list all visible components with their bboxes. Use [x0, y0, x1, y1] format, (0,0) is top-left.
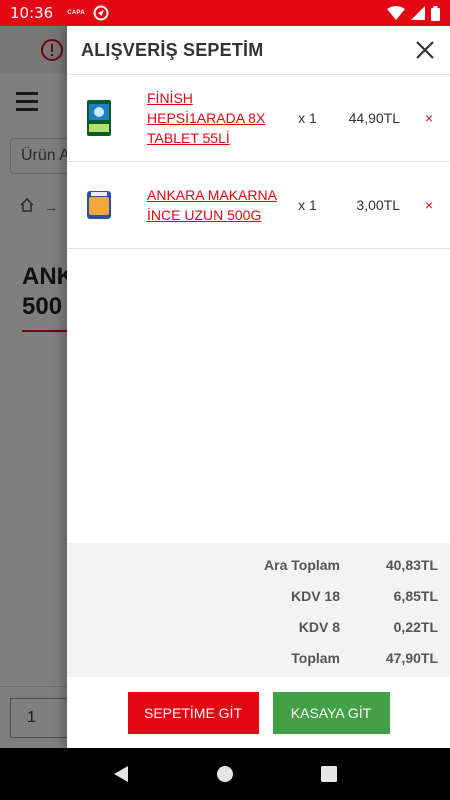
navigation-bar [0, 748, 450, 800]
subtotal-row: Ara Toplam 40,83TL [67, 549, 438, 580]
vat8-label: KDV 8 [298, 618, 340, 635]
battery-icon [431, 5, 440, 21]
back-icon[interactable] [113, 765, 129, 783]
checkout-button[interactable]: KASAYA GİT [272, 691, 390, 734]
cart-item: FİNİSH HEPSİ1ARADA 8X TABLET 55Lİ x 1 44… [67, 75, 450, 162]
vat18-label: KDV 18 [290, 587, 340, 604]
vat8-value: 0,22TL [393, 618, 438, 635]
cart-empty-space [67, 249, 450, 543]
signal-icon [411, 6, 425, 20]
cart-item-name-link[interactable]: ANKARA MAKARNA İNCE UZUN 500G [147, 185, 277, 225]
cart-totals: Ara Toplam 40,83TL KDV 18 6,85TL KDV 8 0… [67, 543, 450, 677]
subtotal-value: 40,83TL [385, 556, 438, 573]
remove-item-button[interactable]: × [422, 110, 436, 126]
recent-apps-icon[interactable] [320, 766, 337, 782]
status-time: 10:36 [10, 4, 54, 22]
status-bar: 10:36 CAPA [0, 0, 450, 26]
app-screen: 10:36 CAPA Ürün A [0, 0, 450, 800]
close-icon[interactable] [412, 37, 438, 63]
wifi-icon [387, 6, 405, 20]
subtotal-label: Ara Toplam [264, 556, 340, 573]
vat18-value: 6,85TL [393, 587, 438, 604]
cart-drawer: ALIŞVERİŞ SEPETİM FİNİSH HEPSİ1ARADA 8X … [67, 26, 450, 748]
cart-item: ANKARA MAKARNA İNCE UZUN 500G x 1 3,00TL… [67, 162, 450, 249]
home-button-icon[interactable] [216, 765, 234, 783]
cart-actions: SEPETİME GİT KASAYA GİT [67, 677, 450, 748]
cart-drawer-header: ALIŞVERİŞ SEPETİM [67, 26, 450, 75]
cart-item-price: 3,00TL [356, 197, 400, 213]
go-to-cart-button[interactable]: SEPETİME GİT [127, 691, 259, 734]
cart-item-price: 44,90TL [348, 110, 400, 126]
pasta-package-icon[interactable] [85, 187, 113, 223]
grand-total-row: Toplam 47,90TL [67, 642, 438, 673]
cart-title: ALIŞVERİŞ SEPETİM [81, 39, 264, 60]
cart-item-name-link[interactable]: FİNİSH HEPSİ1ARADA 8X TABLET 55Lİ [147, 88, 277, 148]
remove-item-button[interactable]: × [422, 197, 436, 213]
grand-total-value: 47,90TL [385, 649, 438, 666]
status-icons [387, 5, 440, 21]
dishwasher-tablet-box-icon[interactable] [85, 100, 113, 136]
vat8-row: KDV 8 0,22TL [67, 611, 438, 642]
cart-item-quantity: x 1 [298, 197, 317, 213]
app-notification-icon [93, 5, 109, 21]
vat18-row: KDV 18 6,85TL [67, 580, 438, 611]
status-carrier: CAPA [67, 10, 85, 16]
cart-item-quantity: x 1 [298, 110, 317, 126]
grand-total-label: Toplam [291, 649, 340, 666]
